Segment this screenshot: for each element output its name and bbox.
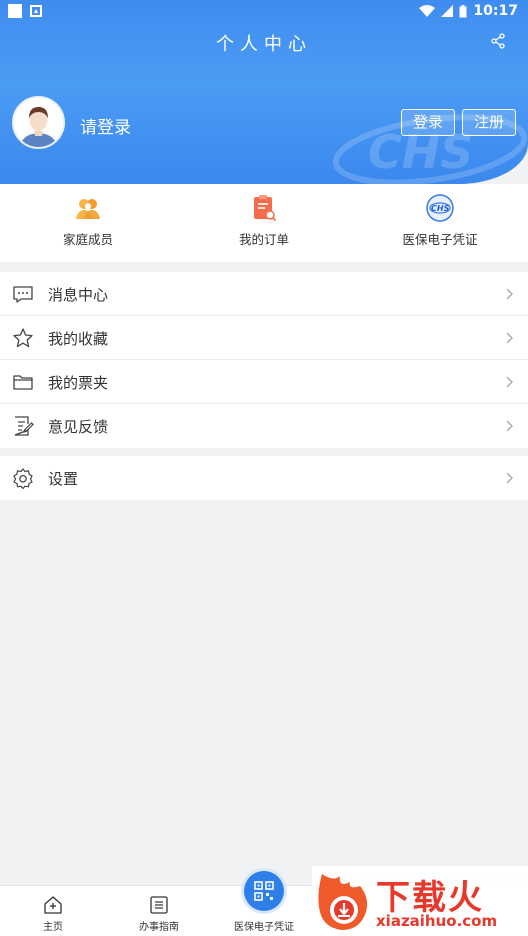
user-avatar-icon [14,98,63,147]
profile-header: CHS 10:17 个人中心 请登录 登录 注册 [0,0,528,184]
order-icon [254,195,277,222]
gear-icon [13,468,33,489]
menu-item-label: 我的收藏 [48,330,109,348]
shortcut-family-members[interactable]: 家庭成员 [0,184,176,262]
menu-item-label: 设置 [48,470,79,488]
home-icon [44,896,62,914]
watermark-subtitle: xiazaihuo.com [376,912,498,930]
shortcut-label: 家庭成员 [62,232,113,247]
menu-item-feedback[interactable]: 意见反馈 [0,404,528,448]
chevron-right-icon [506,420,513,432]
menu-item-my-favorites[interactable]: 我的收藏 [0,316,528,360]
family-icon [76,199,100,219]
guide-icon [150,896,168,914]
nav-label: 医保电子凭证 [234,922,294,933]
signal-icon [441,5,454,17]
register-button[interactable]: 注册 [462,109,516,136]
menu-list: 消息中心 我的收藏 我的票夹 意见反馈 [0,272,528,448]
chevron-right-icon [506,288,513,300]
menu-item-label: 消息中心 [48,286,109,304]
nav-item-guide[interactable]: 办事指南 [106,886,212,936]
avatar[interactable] [12,96,65,149]
clock: 10:17 [473,3,518,19]
notification-icon [8,4,22,18]
share-icon[interactable] [490,33,506,49]
chevron-right-icon [506,376,513,388]
folder-icon [13,375,33,390]
feedback-icon [14,416,34,436]
menu-item-label: 意见反馈 [48,418,109,436]
shortcut-row: 家庭成员 我的订单 CHS 医保电子凭证 [0,184,528,262]
page-title: 个人中心 [216,34,312,55]
shortcut-medical-certificate[interactable]: CHS 医保电子凭证 [352,184,528,262]
menu-item-my-ticket-folder[interactable]: 我的票夹 [0,360,528,404]
shortcut-label: 我的订单 [238,232,289,247]
message-icon [13,286,33,303]
nav-label: 主页 [43,922,63,933]
shortcut-my-orders[interactable]: 我的订单 [176,184,352,262]
menu-item-message-center[interactable]: 消息中心 [0,272,528,316]
chevron-right-icon [506,472,513,484]
alert-icon [30,5,42,17]
settings-list: 设置 [0,456,528,500]
star-icon [13,328,33,348]
site-watermark: 下载火 xiazaihuo.com [312,866,528,936]
login-button[interactable]: 登录 [401,109,455,136]
shortcut-label: 医保电子凭证 [402,232,478,247]
flame-logo-icon [318,874,368,930]
wifi-icon [419,5,436,17]
nav-label: 办事指南 [139,922,179,933]
svg-text:CHS: CHS [431,204,450,213]
chevron-right-icon [506,332,513,344]
nav-item-medical-certificate[interactable] [244,871,284,911]
chs-certificate-icon: CHS [426,194,454,222]
qr-code-icon [254,881,274,901]
battery-icon [459,4,467,17]
nav-item-home[interactable]: 主页 [0,886,106,936]
menu-item-settings[interactable]: 设置 [0,456,528,500]
login-prompt[interactable]: 请登录 [80,113,131,138]
menu-item-label: 我的票夹 [48,374,109,392]
status-bar: 10:17 [0,0,528,24]
